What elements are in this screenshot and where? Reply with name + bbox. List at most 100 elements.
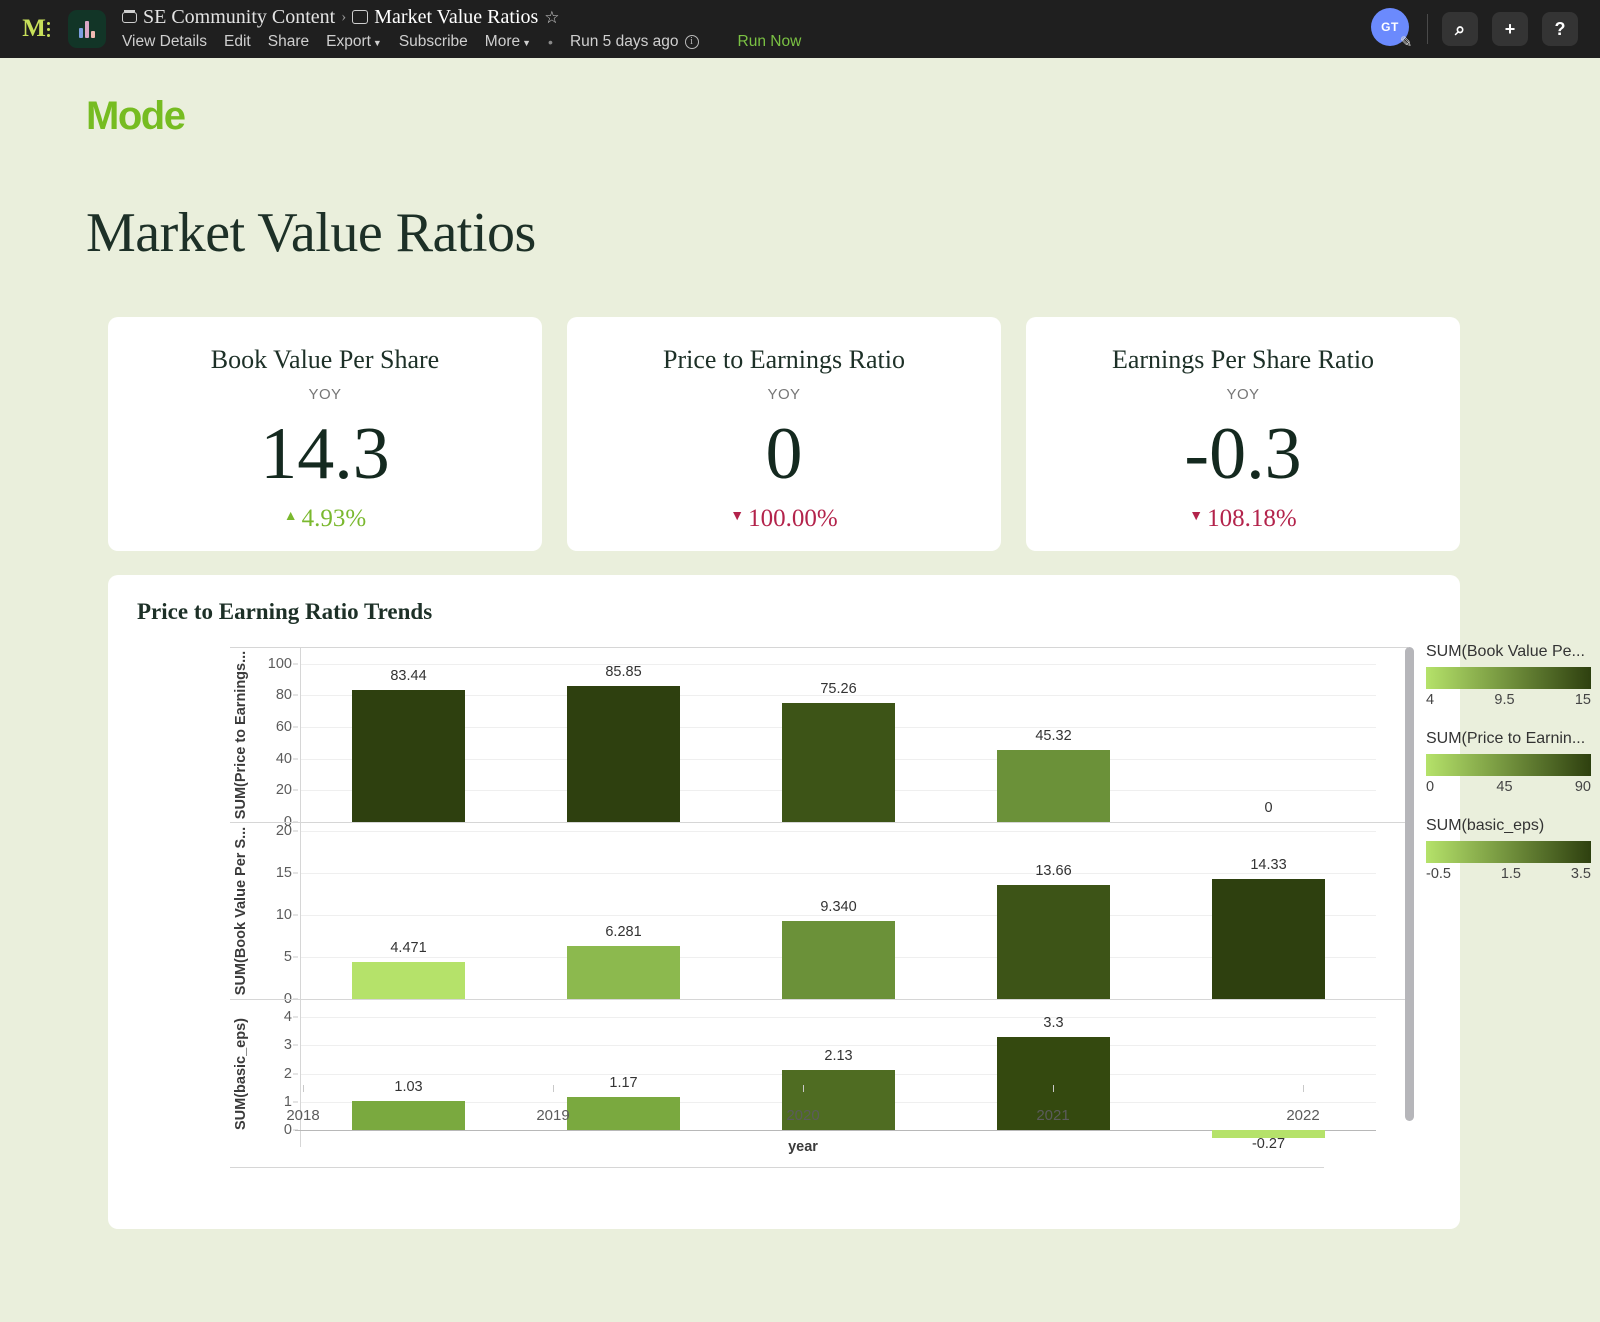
chart-y-tick-mark xyxy=(293,1073,298,1074)
chart-y-tick-mark xyxy=(293,831,298,832)
chart-bar[interactable]: 75.26 xyxy=(782,648,895,822)
app-bar: M SE Community Content › Market Value Ra… xyxy=(0,0,1600,58)
legend-tick-min: -0.5 xyxy=(1426,866,1451,882)
chart-y-tick: 60 xyxy=(276,719,292,735)
chart-y-tick-mark xyxy=(293,727,298,728)
kpi-delta: ▼ 108.18% xyxy=(1189,505,1296,533)
chart-y-tick: 100 xyxy=(268,656,292,672)
chart-bar[interactable]: 9.340 xyxy=(782,823,895,999)
legend-tick-max: 15 xyxy=(1575,692,1591,708)
legend-item-basic-eps: SUM(basic_eps) -0.5 1.5 3.5 xyxy=(1426,817,1600,882)
chart-bar-label: 3.3 xyxy=(1043,1015,1063,1031)
chart-x-tick: 2018 xyxy=(286,1107,319,1124)
chevron-down-icon: ▼ xyxy=(522,38,531,48)
mode-brand-wordmark: Mode xyxy=(0,58,1600,139)
chart-y-tick: 40 xyxy=(276,751,292,767)
chart-x-tick: 2019 xyxy=(536,1107,569,1124)
chart-y-tick: 80 xyxy=(276,687,292,703)
chart-bar[interactable]: 14.33 xyxy=(1212,823,1325,999)
kpi-row: Book Value Per Share YOY 14.3 ▲ 4.93% Pr… xyxy=(0,265,1600,551)
kpi-title: Price to Earnings Ratio xyxy=(663,345,905,375)
pencil-icon[interactable]: ✎ xyxy=(1397,34,1415,52)
chart-y-tick: 2 xyxy=(284,1066,292,1082)
kpi-title: Book Value Per Share xyxy=(211,345,439,375)
avatar[interactable]: GT ✎ xyxy=(1371,8,1413,50)
chart-bar-label: 4.471 xyxy=(390,940,426,956)
chart-y-tick-mark xyxy=(293,1016,298,1017)
breadcrumb-workspace[interactable]: SE Community Content xyxy=(143,7,335,27)
chart-bar[interactable]: 13.66 xyxy=(997,823,1110,999)
run-status-label: Run 5 days ago xyxy=(570,33,679,51)
kpi-subtitle: YOY xyxy=(1227,386,1260,403)
chart-y-tick-mark xyxy=(293,915,298,916)
page-title: Market Value Ratios xyxy=(0,139,1600,265)
kpi-card-price-to-earnings-ratio: Price to Earnings Ratio YOY 0 ▼ 100.00% xyxy=(567,317,1001,551)
menu-item-export[interactable]: Export▼ xyxy=(326,33,382,51)
favorite-star-icon[interactable]: ☆ xyxy=(544,9,559,26)
menu-item-share[interactable]: Share xyxy=(268,33,309,51)
kpi-card-book-value-per-share: Book Value Per Share YOY 14.3 ▲ 4.93% xyxy=(108,317,542,551)
chart-y-tick-mark xyxy=(293,873,298,874)
chart-bar-rect xyxy=(567,946,680,999)
chart-y-tick: 3 xyxy=(284,1037,292,1053)
legend-tick-max: 3.5 xyxy=(1571,866,1591,882)
legend-color-ramp xyxy=(1426,841,1591,863)
chart-bar-label: 75.26 xyxy=(820,681,856,697)
add-icon[interactable]: + xyxy=(1492,12,1528,46)
chart-bar-rect xyxy=(352,962,465,999)
chart-y-tick: 15 xyxy=(276,865,292,881)
menu-item-edit[interactable]: Edit xyxy=(224,33,251,51)
chart-y-ticks: 020406080100 xyxy=(252,648,298,822)
menu-item-more[interactable]: More▼ xyxy=(485,33,531,51)
run-now-button[interactable]: Run Now xyxy=(738,33,802,51)
trend-down-icon: ▼ xyxy=(730,509,744,525)
kpi-delta: ▲ 4.93% xyxy=(284,505,366,533)
report-page: Mode Market Value Ratios Book Value Per … xyxy=(0,58,1600,1322)
chart-bar[interactable]: 4.471 xyxy=(352,823,465,999)
chart-y-tick: 20 xyxy=(276,823,292,839)
chart-bar-label: 6.281 xyxy=(605,924,641,940)
legend-item-book-value: SUM(Book Value Pe... 4 9.5 15 xyxy=(1426,643,1600,708)
chart-bar[interactable]: 45.32 xyxy=(997,648,1110,822)
mode-logo-icon[interactable]: M xyxy=(14,7,58,51)
chart-y-tick-mark xyxy=(293,758,298,759)
chart-x-tick-mark xyxy=(553,1085,554,1092)
chart-bar-label: 14.33 xyxy=(1250,857,1286,873)
kpi-delta-value: 4.93% xyxy=(302,505,367,533)
chart-x-tick-mark xyxy=(1303,1085,1304,1092)
breadcrumb-current: Market Value Ratios xyxy=(374,7,538,27)
chart-bar-rect xyxy=(782,921,895,999)
chart-legend: SUM(Book Value Pe... 4 9.5 15 SUM(Price … xyxy=(1426,643,1600,904)
breadcrumb-separator-icon: › xyxy=(341,10,346,25)
chart-bar-rect xyxy=(1212,879,1325,999)
chart-y-axis-label: SUM(Book Value Per S... xyxy=(230,823,252,999)
legend-ticks: -0.5 1.5 3.5 xyxy=(1426,866,1591,882)
chart-x-axis: 20182019202020212022year xyxy=(178,1085,1428,1145)
menu-item-view-details[interactable]: View Details xyxy=(122,33,207,51)
chart-grid-area: 83.44 85.85 75.26 45.32 0 xyxy=(300,648,1376,822)
info-icon[interactable]: i xyxy=(685,35,699,49)
app-bar-text-block: SE Community Content › Market Value Rati… xyxy=(122,7,801,51)
chart-y-tick: 4 xyxy=(284,1009,292,1025)
search-icon[interactable]: ⌕ xyxy=(1442,12,1478,46)
chart-vertical-scrollbar[interactable] xyxy=(1405,647,1414,1121)
chart-bar[interactable]: 6.281 xyxy=(567,823,680,999)
chart-bar-rect xyxy=(997,750,1110,822)
chart-title: Price to Earning Ratio Trends xyxy=(108,599,1460,625)
chart-bar-rect xyxy=(997,885,1110,999)
chart-bar[interactable]: 85.85 xyxy=(567,648,680,822)
chart-bar[interactable]: 83.44 xyxy=(352,648,465,822)
chart-bottom-rule xyxy=(230,1167,1324,1168)
chart-y-tick-mark xyxy=(293,957,298,958)
menu-item-subscribe[interactable]: Subscribe xyxy=(399,33,468,51)
trend-down-icon: ▼ xyxy=(1189,509,1203,525)
mode-logo-dots-icon xyxy=(47,22,50,37)
breadcrumb: SE Community Content › Market Value Rati… xyxy=(122,7,801,27)
legend-ticks: 0 45 90 xyxy=(1426,779,1591,795)
chart-bar-label: 13.66 xyxy=(1035,863,1071,879)
help-icon[interactable]: ? xyxy=(1542,12,1578,46)
chart-bar[interactable]: 0 xyxy=(1212,648,1325,822)
report-menu: View Details Edit Share Export▼ Subscrib… xyxy=(122,33,801,51)
legend-tick-min: 0 xyxy=(1426,779,1434,795)
chart-bar-rect xyxy=(782,703,895,822)
